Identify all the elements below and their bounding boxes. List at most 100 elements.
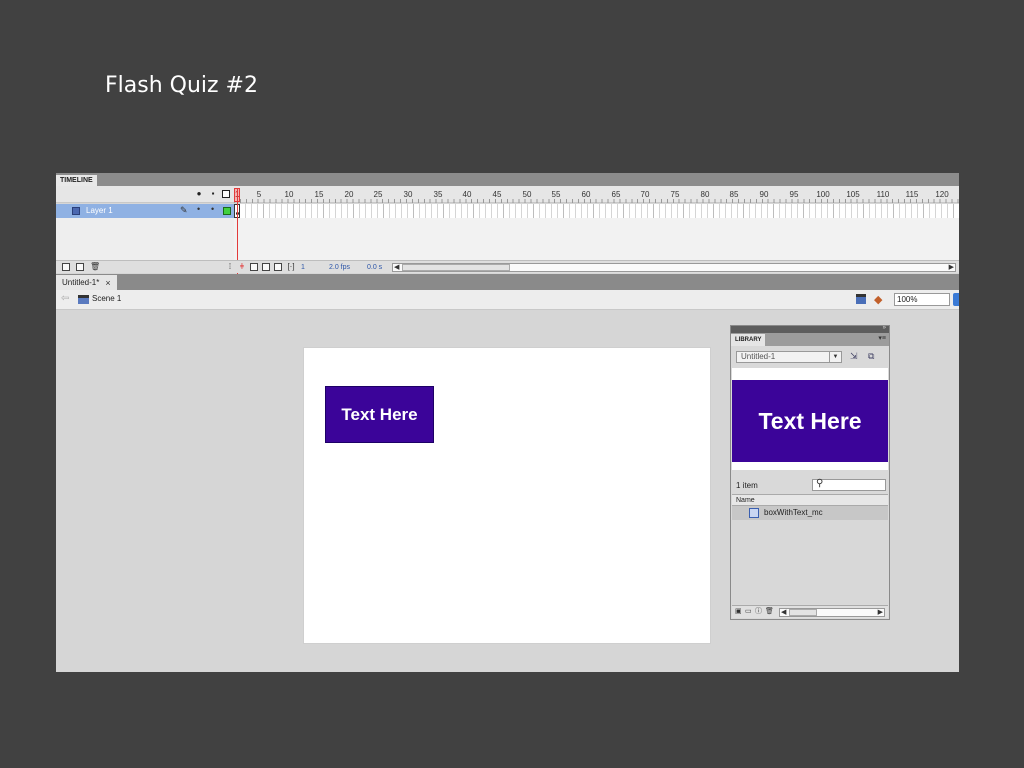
slide-title: Flash Quiz #2 [105,73,258,98]
timeline-header: ● ▪ 5 10 15 20 25 30 35 40 45 50 55 60 6… [56,186,959,203]
lock-icon[interactable]: ▪ [208,189,218,199]
ruler-number: 30 [403,190,413,199]
library-scrollbar[interactable]: ◀ ▶ [779,608,885,617]
elapsed-time: 0.0 s [367,264,383,271]
library-preview-text: Text Here [758,407,862,434]
frame-ruler[interactable]: 5 10 15 20 25 30 35 40 45 50 55 60 65 70… [234,186,959,203]
modify-markers-icon[interactable]: [·] [287,263,295,271]
ruler-number: 65 [611,190,621,199]
edit-symbols-icon[interactable]: ◆ [874,293,882,306]
ruler-number: 80 [700,190,710,199]
timeline-empty-frames [234,218,959,260]
flash-app-window: TIMELINE ● ▪ 5 10 15 20 25 30 35 40 45 5… [56,173,959,672]
scene-label[interactable]: Scene 1 [92,294,121,303]
ruler-number: 20 [344,190,354,199]
edit-scene-icon[interactable] [856,294,866,304]
lock-dot[interactable]: • [211,204,214,214]
library-tab[interactable]: LIBRARY [731,334,766,346]
ruler-number: 95 [789,190,799,199]
ruler-number: 110 [876,190,890,199]
center-frame-icon[interactable]: ⁞ [226,263,234,271]
zoom-input[interactable]: 100% [894,293,950,306]
close-icon[interactable]: × [105,278,110,288]
pin-library-icon[interactable]: ⇲ [850,351,858,362]
ruler-number: 60 [581,190,591,199]
new-symbol-icon[interactable]: ▣ [735,608,742,616]
new-folder-icon[interactable] [76,263,84,271]
ruler-number: 70 [640,190,650,199]
ruler-number: 115 [905,190,919,199]
ruler-number: 100 [816,190,830,199]
collapse-icon[interactable]: » [883,325,886,331]
symbol-instance[interactable]: Text Here [325,386,434,443]
timeline-footer: 🗑 ⁞ ǂ [·] 1 2.0 fps 0.0 s ◀ ▶ [56,260,959,273]
ruler-number: 120 [935,190,949,199]
layer-label-area[interactable]: Layer 1 ✎ • • [56,204,234,218]
eye-icon[interactable]: ● [194,189,204,199]
document-tab[interactable]: Untitled-1* × [56,275,117,290]
library-item[interactable]: boxWithText_mc [732,506,888,520]
timeline-tab[interactable]: TIMELINE [56,175,97,186]
ruler-number: 105 [846,190,860,199]
document-tab-label[interactable]: Untitled-1* [62,278,99,287]
zoom-dropdown-button[interactable] [953,293,959,306]
scroll-right-arrow-icon[interactable]: ▶ [878,608,883,616]
pencil-icon: ✎ [180,205,188,215]
library-search-input[interactable]: ⚲ [812,478,886,491]
new-layer-icon[interactable] [62,263,70,271]
outline-icon[interactable] [222,190,230,198]
library-panel: » LIBRARY ▾≡ Untitled-1 ▼ ⇲ ⧉ Text Here … [730,325,890,620]
scroll-thumb[interactable] [789,609,817,616]
ruler-number: 10 [284,190,294,199]
new-folder-icon[interactable]: ▭ [745,608,752,616]
symbol-text: Text Here [341,404,418,424]
timeline-scrollbar[interactable]: ◀ ▶ [392,263,956,272]
edit-multiple-frames-icon[interactable] [274,263,282,271]
visibility-dot[interactable]: • [197,204,200,214]
library-item-count: 1 item [736,481,758,490]
ruler-number: 35 [433,190,443,199]
scene-icon [78,295,89,304]
timeline-empty-area [56,218,959,260]
panel-grip[interactable]: » [731,325,889,333]
ruler-number: 25 [373,190,383,199]
library-document-select[interactable]: Untitled-1 ▼ [736,351,842,363]
ruler-number: 85 [729,190,739,199]
layer-row[interactable]: Layer 1 ✎ • • [56,204,959,218]
ruler-number: 90 [759,190,769,199]
properties-icon[interactable]: ⓘ [755,608,762,616]
scroll-left-arrow-icon[interactable]: ◀ [394,263,399,271]
library-preview-symbol: Text Here [732,380,888,462]
library-column-header-name[interactable]: Name [732,494,888,506]
trash-icon[interactable]: 🗑 [765,608,774,616]
trash-icon[interactable]: 🗑 [90,263,100,271]
ruler-number: 45 [492,190,502,199]
frame-rate[interactable]: 2.0 fps [329,262,350,273]
scroll-left-arrow-icon[interactable]: ◀ [781,608,786,616]
scroll-right-arrow-icon[interactable]: ▶ [949,263,954,271]
new-library-panel-icon[interactable]: ⧉ [868,351,874,362]
library-item-label[interactable]: boxWithText_mc [764,507,823,519]
stage[interactable]: Text Here [303,347,711,644]
chevron-down-icon[interactable]: ▼ [829,352,841,362]
timeline-tab-bar: TIMELINE [56,173,959,186]
ruler-number: 55 [551,190,561,199]
ruler-number: 15 [314,190,324,199]
edit-bar: ⇦ Scene 1 ◆ 100% [56,290,959,310]
onion-skin-icon[interactable] [250,263,258,271]
ruler-number: 50 [522,190,532,199]
ruler-ticks [234,199,959,203]
panel-menu-icon[interactable]: ▾≡ [878,334,886,342]
current-frame: 1 [301,264,305,271]
movieclip-symbol-icon [749,508,759,518]
scroll-thumb[interactable] [402,264,510,271]
onion-outline-icon[interactable] [262,263,270,271]
library-document-select-value: Untitled-1 [741,352,776,361]
library-footer: ▣ ▭ ⓘ 🗑 ◀ ▶ [732,605,888,618]
layer-icon [72,207,80,215]
layer-outline-color-swatch[interactable] [223,207,231,215]
search-icon: ⚲ [816,478,824,489]
layer-name[interactable]: Layer 1 [86,205,113,217]
back-arrow-icon[interactable]: ⇦ [61,293,69,304]
ruler-number: 40 [462,190,472,199]
